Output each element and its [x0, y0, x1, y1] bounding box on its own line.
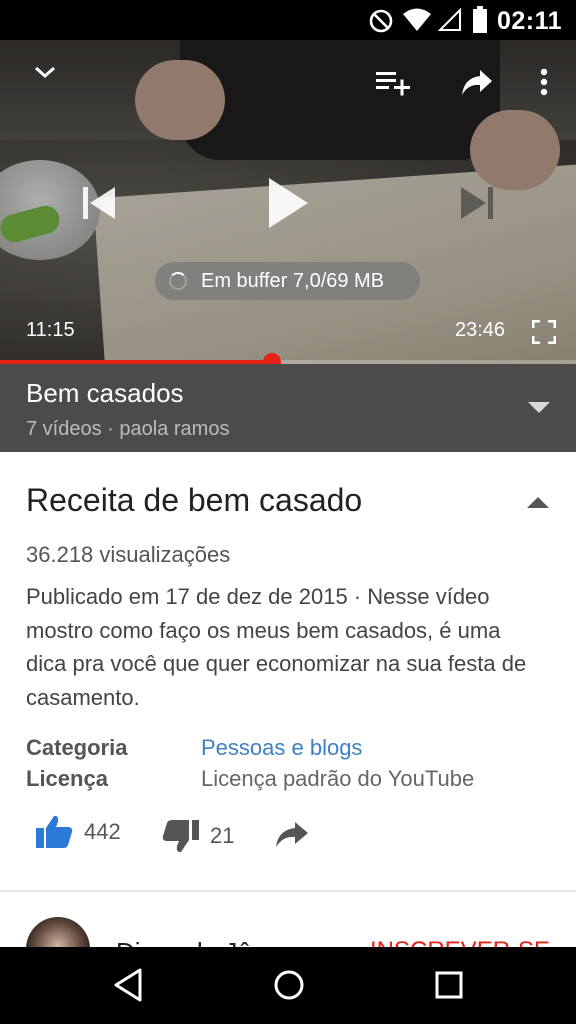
buffering-indicator: Em buffer 7,0/69 MB — [155, 262, 420, 300]
playlist-panel[interactable]: Bem casados 7 vídeos · paola ramos — [0, 364, 576, 452]
next-icon[interactable] — [456, 183, 496, 223]
fullscreen-icon[interactable] — [532, 320, 556, 344]
battery-icon — [473, 6, 487, 33]
current-time: 11:15 — [26, 319, 75, 341]
divider — [0, 890, 576, 892]
like-button[interactable]: 442 — [34, 814, 121, 850]
more-options-icon[interactable] — [538, 68, 550, 98]
status-time: 02:11 — [496, 7, 562, 35]
back-icon[interactable] — [112, 967, 144, 1003]
minimize-chevron-icon[interactable] — [32, 62, 58, 82]
category-link[interactable]: Pessoas e blogs — [201, 735, 362, 761]
video-description: Publicado em 17 de dez de 2015 · Nesse v… — [26, 584, 527, 710]
share-icon — [276, 822, 308, 847]
playlist-subtitle: 7 vídeos · paola ramos — [26, 418, 230, 440]
video-player[interactable]: Em buffer 7,0/69 MB 11:15 23:46 — [0, 40, 576, 364]
expand-playlist-icon[interactable] — [528, 402, 550, 413]
buffering-text: Em buffer 7,0/69 MB — [201, 270, 385, 292]
home-icon[interactable] — [272, 967, 306, 1003]
view-count: 36.218 visualizações — [26, 542, 231, 567]
action-bar: 442 21 — [0, 814, 576, 864]
wifi-icon — [403, 8, 431, 31]
thumbs-up-icon — [36, 815, 73, 848]
add-to-playlist-icon[interactable] — [376, 68, 412, 98]
thumbs-down-icon — [162, 820, 199, 853]
navigation-bar — [0, 947, 576, 1024]
like-count: 442 — [84, 819, 121, 844]
signal-icon — [438, 8, 461, 31]
duration: 23:46 — [455, 319, 506, 341]
collapse-description-icon[interactable] — [527, 497, 549, 508]
category-label: Categoria — [26, 735, 128, 760]
video-title: Receita de bem casado — [26, 482, 363, 518]
play-icon[interactable] — [266, 176, 310, 230]
loading-spinner-icon — [169, 272, 187, 290]
video-details: Receita de bem casado 36.218 visualizaçõ… — [0, 452, 576, 981]
playlist-title: Bem casados — [26, 378, 184, 408]
recent-apps-icon[interactable] — [434, 967, 464, 1003]
previous-icon[interactable] — [80, 183, 120, 223]
do-not-disturb-icon — [369, 9, 393, 33]
dislike-count: 21 — [210, 823, 235, 848]
share-button[interactable] — [274, 820, 310, 850]
license-label: Licença — [26, 766, 108, 791]
license-value: Licença padrão do YouTube — [201, 766, 475, 791]
status-bar: 02:11 — [0, 0, 576, 40]
share-icon[interactable] — [460, 68, 494, 98]
dislike-button[interactable]: 21 — [162, 818, 234, 854]
